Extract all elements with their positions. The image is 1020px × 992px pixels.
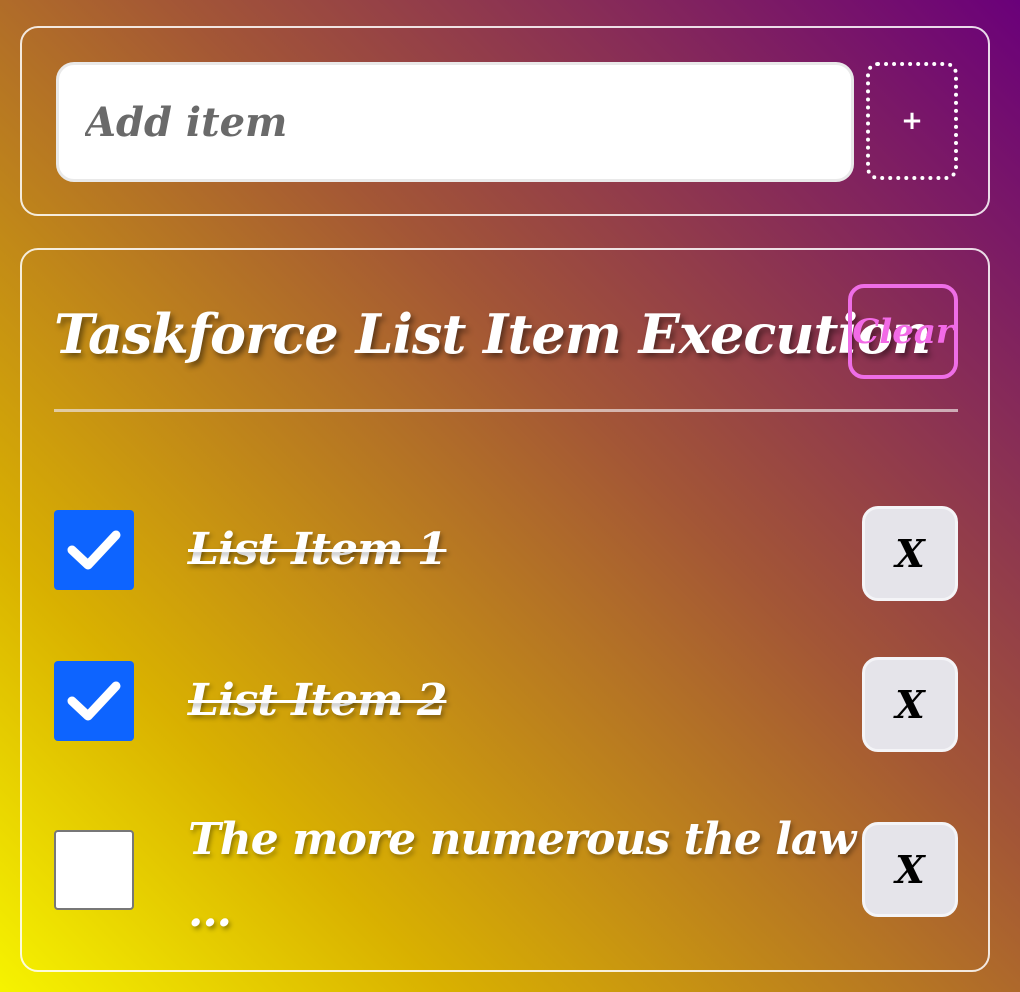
task-list-panel: Taskforce List Item Execution Clear List… (20, 248, 990, 972)
title-divider (54, 409, 958, 412)
add-item-panel: + (20, 26, 990, 216)
list-title: Taskforce List Item Execution (54, 302, 931, 366)
check-icon (67, 530, 121, 570)
delete-item-button[interactable]: X (862, 657, 958, 752)
list-item: The more numerous the law ... X (54, 800, 958, 940)
check-icon (67, 681, 121, 721)
list-item: List Item 2 X (54, 657, 958, 752)
add-item-input[interactable] (56, 62, 854, 182)
delete-item-button[interactable]: X (862, 822, 958, 917)
list-item: List Item 1 X (54, 506, 958, 601)
add-item-button[interactable]: + (866, 62, 958, 180)
item-label-continuation: ... (188, 886, 232, 937)
item-checkbox[interactable] (54, 510, 134, 590)
clear-button[interactable]: Clear (848, 284, 958, 379)
item-label: The more numerous the law (188, 814, 856, 865)
item-checkbox[interactable] (54, 661, 134, 741)
delete-item-button[interactable]: X (862, 506, 958, 601)
item-label: List Item 1 (188, 524, 447, 575)
item-label: List Item 2 (188, 675, 447, 726)
item-checkbox[interactable] (54, 830, 134, 910)
